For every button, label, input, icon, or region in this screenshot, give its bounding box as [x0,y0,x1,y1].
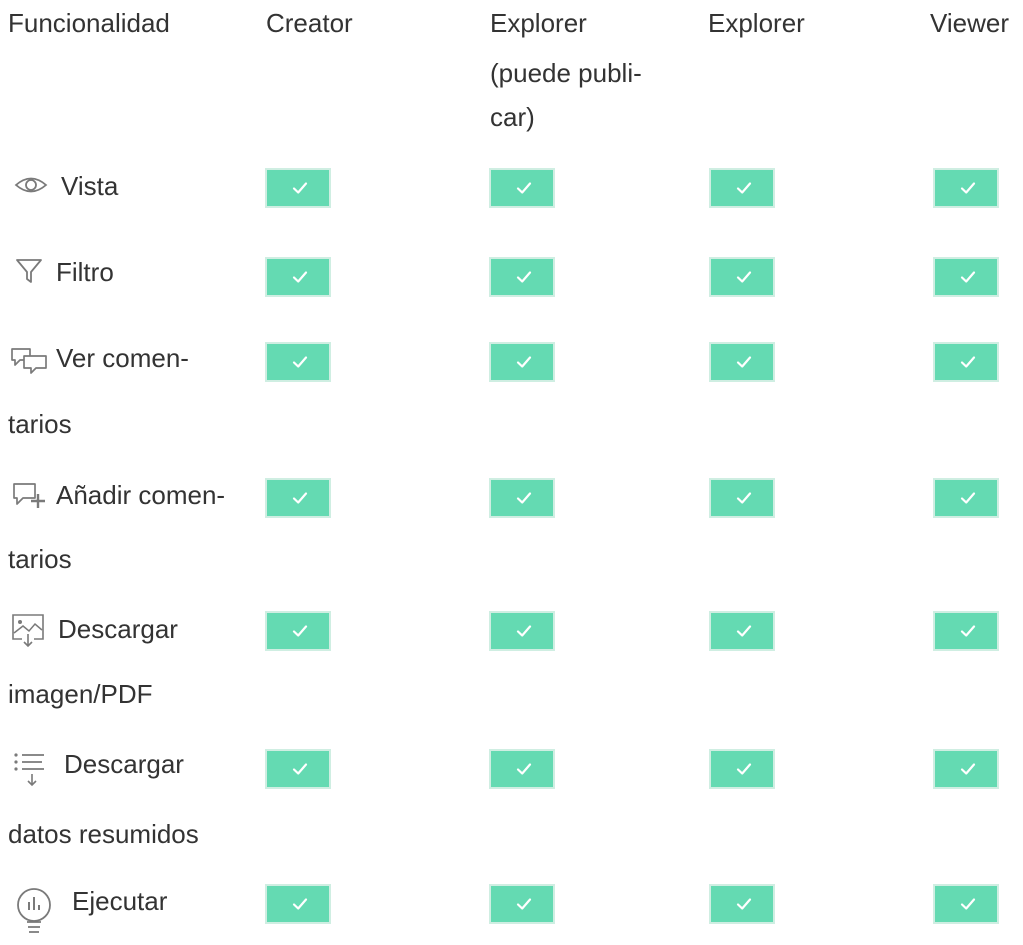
checkmark-icon [960,271,976,283]
checkmark-icon [516,492,532,504]
check-cell [709,884,775,924]
checkmark-icon [516,182,532,194]
check-cell [489,342,555,382]
checkmark-icon [960,898,976,910]
check-cell [489,749,555,789]
header-explorer-publish-line1: Explorer [490,8,587,38]
check-cell [709,257,775,297]
check-cell [933,168,999,208]
row-descargar-datos-label-line1: Descargar [64,749,184,779]
checkmark-icon [960,625,976,637]
row-ejecutar-label: Ejecutar [72,886,168,916]
check-cell [933,257,999,297]
row-filtro-label: Filtro [56,257,114,287]
header-explorer-publish-line3: car) [490,102,535,132]
check-cell [933,478,999,518]
check-cell [265,884,331,924]
row-anadir-comentarios-label-line2: tarios [8,544,72,574]
header-explorer: Explorer [708,8,805,38]
checkmark-icon [516,763,532,775]
header-explorer-publish-line2: (puede publi- [490,58,642,88]
checkmark-icon [960,356,976,368]
check-cell [933,884,999,924]
check-cell [709,749,775,789]
check-cell [489,478,555,518]
check-cell [933,611,999,651]
checkmark-icon [516,898,532,910]
checkmark-icon [516,625,532,637]
checkmark-icon [736,182,752,194]
row-ver-comentarios-label-line2: tarios [8,409,72,439]
check-cell [709,611,775,651]
check-cell [933,749,999,789]
check-cell [489,168,555,208]
row-vista-label: Vista [61,171,119,201]
checkmark-icon [736,271,752,283]
row-descargar-imagen-label-line1: Descargar [58,614,178,644]
check-cell [265,611,331,651]
checkmark-icon [960,763,976,775]
checkmark-icon [960,182,976,194]
checkmark-icon [960,492,976,504]
check-cell [709,342,775,382]
lightbulb-icon [16,886,52,945]
checkmark-icon [292,182,308,194]
checkmark-icon [736,625,752,637]
checkmark-icon [516,356,532,368]
row-ver-comentarios-label-line1: Ver comen- [56,343,189,373]
check-cell [709,168,775,208]
row-descargar-datos-label-line2: datos resumidos [8,819,199,849]
checkmark-icon [292,356,308,368]
add-comment-icon [11,480,49,510]
checkmark-icon [292,898,308,910]
check-cell [265,168,331,208]
eye-icon [14,173,48,197]
download-image-icon [10,612,46,648]
check-cell [489,257,555,297]
comments-icon [10,346,50,374]
check-cell [709,478,775,518]
checkmark-icon [292,625,308,637]
header-viewer: Viewer [930,8,1010,38]
check-cell [933,342,999,382]
checkmark-icon [292,492,308,504]
checkmark-icon [292,763,308,775]
row-anadir-comentarios-label-line1: Añadir comen- [56,480,226,510]
row-descargar-imagen-label-line2: imagen/PDF [8,679,153,709]
check-cell [265,478,331,518]
checkmark-icon [516,271,532,283]
check-cell [489,611,555,651]
checkmark-icon [736,763,752,775]
header-feature: Funcionalidad [8,8,170,38]
checkmark-icon [736,898,752,910]
download-data-icon [12,750,48,788]
check-cell [265,342,331,382]
check-cell [265,749,331,789]
header-creator: Creator [266,8,353,38]
check-cell [489,884,555,924]
filter-icon [15,257,43,285]
check-cell [265,257,331,297]
checkmark-icon [736,356,752,368]
checkmark-icon [736,492,752,504]
checkmark-icon [292,271,308,283]
